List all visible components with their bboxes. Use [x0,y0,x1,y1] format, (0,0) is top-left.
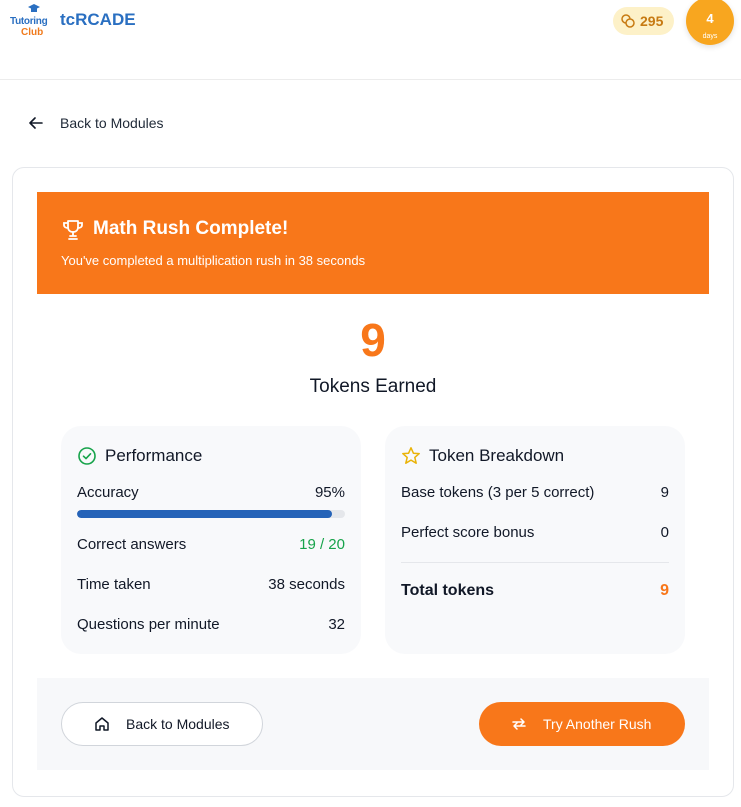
correct-answers-label: Correct answers [77,536,187,553]
accuracy-value: 95% [314,484,345,501]
performance-header: Performance [77,446,202,466]
home-icon [95,717,109,731]
accuracy-progress-bar [77,510,345,518]
brand-name: tcRCADE [60,10,136,29]
streak-unit: days [702,33,718,40]
time-taken-value: 38 seconds [268,576,345,593]
performance-title: Performance [105,446,203,465]
perfect-bonus-row: Perfect score bonus 0 [401,524,669,541]
action-footer: Back to Modules Try Another Rush [37,678,709,770]
questions-per-minute-value: 32 [328,616,345,633]
breakdown-divider [401,562,669,563]
try-another-rush-button-label: Try Another Rush [543,716,652,732]
coins-icon [621,14,635,28]
total-tokens-row: Total tokens 9 [401,582,669,600]
time-taken-label: Time taken [77,576,151,593]
correct-answers-row: Correct answers 19 / 20 [77,536,345,553]
repeat-icon [512,718,526,730]
star-icon [402,447,420,464]
questions-per-minute-row: Questions per minute 32 [77,616,345,633]
logo-text-tutoring: Tutoring [10,16,48,27]
arrow-left-icon [29,117,43,129]
back-to-modules-link[interactable]: Back to Modules [28,112,164,134]
banner-title: Math Rush Complete! [93,218,289,239]
graduation-cap-icon [28,4,40,12]
trophy-icon [63,220,83,240]
tokens-earned-value: 9 [360,314,386,366]
results-card: Math Rush Complete! You've completed a m… [12,167,734,797]
token-breakdown-panel: Token Breakdown Base tokens (3 per 5 cor… [385,426,685,654]
total-tokens-label: Total tokens [401,582,495,599]
streak-count: 4 [706,11,714,26]
tokens-earned-label: Tokens Earned [309,376,437,397]
base-tokens-value: 9 [660,484,669,501]
coin-count: 295 [640,13,664,29]
app-header: Tutoring Club tcRCADE 295 4 days [0,0,741,80]
check-circle-icon [78,447,96,465]
questions-per-minute-label: Questions per minute [77,616,220,633]
try-another-rush-button[interactable]: Try Another Rush [479,702,685,746]
back-to-modules-button-label: Back to Modules [126,716,230,732]
total-tokens-value: 9 [660,582,669,599]
token-breakdown-title: Token Breakdown [429,446,565,465]
time-taken-row: Time taken 38 seconds [77,576,345,593]
perfect-bonus-value: 0 [660,524,669,541]
back-link-label: Back to Modules [60,115,164,131]
banner-subtitle: You've completed a multiplication rush i… [61,253,366,268]
base-tokens-label: Base tokens (3 per 5 correct) [401,484,595,501]
performance-panel: Performance Accuracy 95% Correct answers… [61,426,361,654]
streak-badge[interactable]: 4 days [686,0,734,45]
logo-text-club: Club [21,27,44,38]
perfect-bonus-label: Perfect score bonus [401,524,535,541]
base-tokens-row: Base tokens (3 per 5 correct) 9 [401,484,669,501]
accuracy-row: Accuracy 95% [77,484,345,501]
correct-answers-value: 19 / 20 [299,536,345,553]
back-to-modules-button[interactable]: Back to Modules [61,702,263,746]
coin-balance[interactable]: 295 [613,7,674,35]
token-breakdown-header: Token Breakdown [401,446,564,466]
completion-banner: Math Rush Complete! You've completed a m… [37,192,709,294]
accuracy-label: Accuracy [77,484,139,501]
accuracy-progress-fill [77,510,332,518]
tutoring-club-logo[interactable]: Tutoring Club [10,4,56,44]
